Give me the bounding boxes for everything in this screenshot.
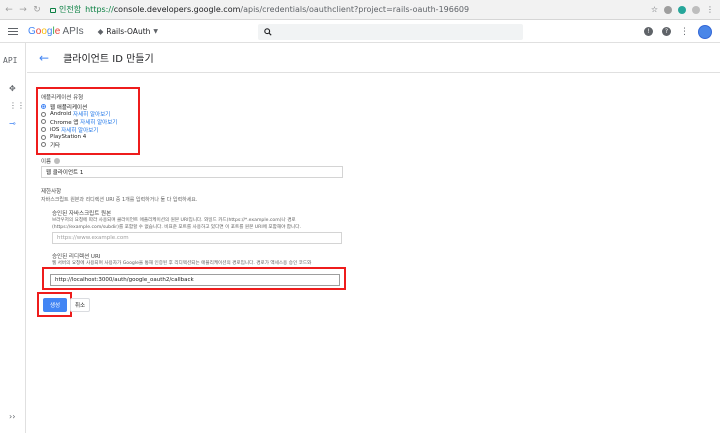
collapse-nav-icon[interactable]: ›› xyxy=(9,412,15,421)
url-host: console.developers.google.com xyxy=(113,5,241,14)
dashboard-icon[interactable]: ✥ xyxy=(9,84,16,93)
radio-button[interactable] xyxy=(41,111,46,117)
forward-arrow-icon[interactable]: → xyxy=(18,5,28,15)
option-label: 기타 xyxy=(50,142,61,149)
url-scheme: https:// xyxy=(85,5,114,14)
extension-icon-gray[interactable] xyxy=(692,5,700,14)
js-origins-help-line1: 브라우저의 요청에 따라 사용되며 클라이언트 애플리케이션의 원본 URI입니… xyxy=(52,218,296,223)
extension-icon-teal[interactable] xyxy=(678,5,686,14)
hamburger-menu-icon[interactable] xyxy=(8,27,18,36)
radio-button[interactable] xyxy=(41,104,46,110)
cancel-button[interactable]: 취소 xyxy=(70,298,90,312)
app-type-group: 애플리케이션 유형 웹 애플리케이션 Android 자세히 알아보기 Chro… xyxy=(41,93,117,149)
logo-apis-text: APIs xyxy=(60,26,84,37)
create-button[interactable]: 생성 xyxy=(43,298,67,312)
dropdown-arrow-icon: ▼ xyxy=(153,28,159,35)
js-origins-input[interactable]: https://www.example.com xyxy=(52,232,342,244)
js-origins-placeholder: https://www.example.com xyxy=(57,235,129,241)
api-label: API xyxy=(3,56,18,65)
name-field-label-row: 이름 xyxy=(41,157,61,165)
google-apis-logo[interactable]: Google APIs xyxy=(28,26,84,37)
address-bar[interactable]: https://console.developers.google.com/ap… xyxy=(85,5,469,14)
app-type-label: 애플리케이션 유형 xyxy=(41,95,84,101)
redirect-uri-input[interactable]: http://localhost:3000/auth/google_oauth2… xyxy=(50,274,340,286)
project-icon: ◆ xyxy=(97,27,104,36)
option-label: Android xyxy=(50,111,72,118)
project-selector[interactable]: ◆ Rails-OAuth ▼ xyxy=(98,27,158,36)
browser-bar: ← → ↻ 인전함 https://console.developers.goo… xyxy=(0,0,720,20)
js-origins-label: 승인된 자바스크립트 원본 xyxy=(52,211,112,217)
reload-icon[interactable]: ↻ xyxy=(32,5,42,15)
option-label: PlayStation 4 xyxy=(50,134,87,141)
page-title-bar: ← 클라이언트 ID 만들기 xyxy=(27,43,720,73)
bookmark-star-icon[interactable]: ☆ xyxy=(651,5,658,14)
info-icon[interactable] xyxy=(54,158,61,164)
radio-button[interactable] xyxy=(41,127,46,133)
option-label: iOS xyxy=(50,126,60,133)
radio-button[interactable] xyxy=(41,134,46,140)
radio-ios[interactable]: iOS 자세히 알아보기 xyxy=(41,126,117,134)
name-field-label: 이름 xyxy=(41,159,52,165)
search-icon xyxy=(264,27,272,36)
lock-icon xyxy=(50,8,56,13)
radio-other[interactable]: 기타 xyxy=(41,141,117,149)
js-origins-help-line2: (https://example.com/subdir)를 포함할 수 없습니다… xyxy=(52,225,301,230)
redirect-uris-help-line1: 웹 서버의 요청에 사용되며 사용자가 Google을 통해 인증된 후 리디렉… xyxy=(52,261,312,266)
name-field-value: 웹 클라이언트 1 xyxy=(46,170,84,176)
radio-button[interactable] xyxy=(41,142,46,148)
url-path: /apis/credentials/oauthclient?project=ra… xyxy=(240,5,470,14)
radio-button[interactable] xyxy=(41,119,46,125)
back-arrow-icon[interactable]: ← xyxy=(4,5,14,15)
learn-more-link[interactable]: 자세히 알아보기 xyxy=(61,126,98,134)
help-icon[interactable]: ? xyxy=(662,27,671,36)
secure-indicator[interactable]: 인전함 xyxy=(50,4,81,15)
project-name: Rails-OAuth xyxy=(106,27,151,36)
logo-letter: G xyxy=(28,26,36,37)
search-input[interactable] xyxy=(258,23,524,40)
console-header: Google APIs ◆ Rails-OAuth ▼ ! ? ⋮ xyxy=(0,21,720,43)
extension-icon[interactable] xyxy=(664,5,672,14)
credentials-key-icon[interactable]: ⊸ xyxy=(9,119,16,128)
back-arrow-icon[interactable]: ← xyxy=(39,51,49,65)
notifications-icon[interactable]: ! xyxy=(644,27,653,36)
secure-label: 인전함 xyxy=(59,5,82,14)
name-field[interactable]: 웹 클라이언트 1 xyxy=(41,166,343,178)
redirect-uri-value: http://localhost:3000/auth/google_oauth2… xyxy=(55,277,194,283)
restrictions-title: 제한사항 xyxy=(41,189,62,195)
more-options-icon[interactable]: ⋮ xyxy=(680,27,689,37)
redirect-uris-label: 승인된 리디렉션 URI xyxy=(52,254,101,260)
restrictions-description: 자바스크립트 원본과 리디렉션 URI 중 1개를 입력하거나 둘 다 입력하세… xyxy=(41,197,198,203)
avatar[interactable] xyxy=(698,24,712,39)
library-icon[interactable]: ⋮⋮ xyxy=(9,101,25,110)
browser-menu-icon[interactable]: ⋮ xyxy=(706,5,714,14)
page-title: 클라이언트 ID 만들기 xyxy=(63,54,154,65)
